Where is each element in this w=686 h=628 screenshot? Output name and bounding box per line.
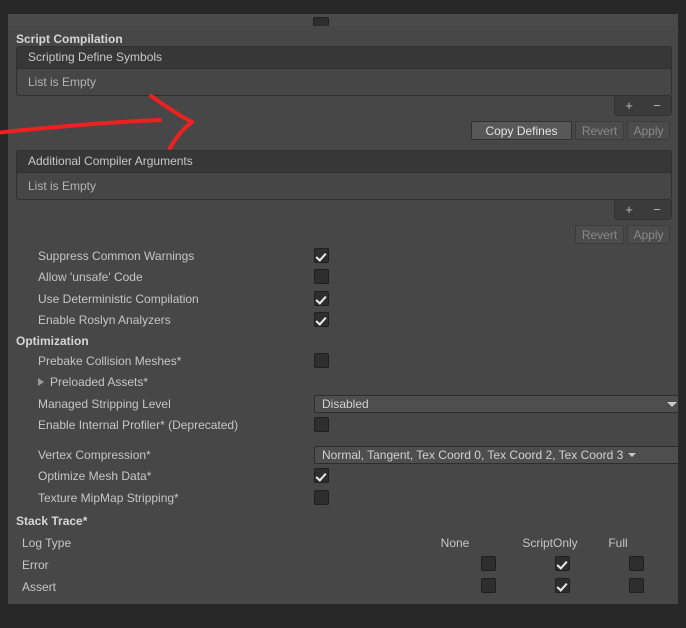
stack-trace-column-scriptonly: ScriptOnly [522,536,578,550]
label-use-deterministic-compilation: Use Deterministic Compilation [38,292,199,306]
add-define-button[interactable]: + [615,96,643,115]
dropdown-vertex-compression-value: Normal, Tangent, Tex Coord 0, Tex Coord … [322,448,624,462]
list-header-additional-compiler-arguments: Additional Compiler Arguments [17,151,671,173]
dropdown-managed-stripping-level-value: Disabled [322,397,369,411]
chevron-down-icon [628,453,637,457]
checkbox-error-none[interactable] [481,556,496,571]
list-empty-scripting-define-symbols: List is Empty [17,69,671,95]
section-header-script-compilation: Script Compilation [16,32,123,46]
checkbox-assert-full[interactable] [629,578,644,593]
list-additional-compiler-arguments: Additional Compiler Arguments List is Em… [16,150,672,200]
label-vertex-compression: Vertex Compression* [38,448,151,462]
stack-trace-row-assert-label: Assert [22,580,57,594]
dropdown-managed-stripping-level[interactable]: Disabled [314,395,678,413]
chevron-down-icon [667,402,677,407]
checkbox-prebake-collision-meshes[interactable] [314,353,329,368]
checkbox-assert-none[interactable] [481,578,496,593]
checkbox-suppress-common-warnings[interactable] [314,248,329,263]
checkbox-texture-mipmap-stripping[interactable] [314,490,329,505]
list-footer-scripting-define-symbols: + − [614,96,672,116]
remove-define-button[interactable]: − [643,96,671,115]
checkbox-allow-unsafe-code[interactable] [314,269,329,284]
chevron-right-icon [38,378,44,386]
checkbox-enable-roslyn-analyzers[interactable] [314,312,329,327]
list-footer-additional-compiler-arguments: + − [614,200,672,220]
label-prebake-collision-meshes: Prebake Collision Meshes* [38,354,182,368]
section-header-optimization: Optimization [16,334,89,348]
label-texture-mipmap-stripping: Texture MipMap Stripping* [38,491,179,505]
checkbox-assert-scriptonly[interactable] [555,578,570,593]
foldout-preloaded-assets[interactable]: Preloaded Assets* [38,375,148,389]
clipped-top-row-checkbox[interactable] [313,17,329,26]
checkbox-use-deterministic-compilation[interactable] [314,291,329,306]
checkbox-enable-internal-profiler[interactable] [314,417,329,432]
label-enable-internal-profiler: Enable Internal Profiler* (Deprecated) [38,418,239,432]
checkbox-error-scriptonly[interactable] [555,556,570,571]
revert-compiler-arguments-button[interactable]: Revert [575,225,624,244]
remove-compiler-argument-button[interactable]: − [643,200,671,219]
editor-window: Script Compilation Scripting Define Symb… [0,0,686,628]
label-suppress-common-warnings: Suppress Common Warnings [38,249,195,263]
list-scripting-define-symbols: Scripting Define Symbols List is Empty [16,46,672,96]
label-log-type: Log Type [22,536,72,550]
dropdown-vertex-compression[interactable]: Normal, Tangent, Tex Coord 0, Tex Coord … [314,446,678,464]
stack-trace-row-error-label: Error [22,558,49,572]
checkbox-optimize-mesh-data[interactable] [314,468,329,483]
apply-defines-button[interactable]: Apply [627,121,670,140]
apply-compiler-arguments-button[interactable]: Apply [627,225,670,244]
player-settings-panel: Script Compilation Scripting Define Symb… [8,14,678,604]
label-allow-unsafe-code: Allow 'unsafe' Code [38,270,143,284]
add-compiler-argument-button[interactable]: + [615,200,643,219]
stack-trace-column-full: Full [608,536,628,550]
copy-defines-button[interactable]: Copy Defines [471,121,572,140]
clipped-top-row [8,14,678,26]
label-enable-roslyn-analyzers: Enable Roslyn Analyzers [38,313,171,327]
checkbox-error-full[interactable] [629,556,644,571]
label-preloaded-assets: Preloaded Assets* [50,375,149,389]
revert-defines-button[interactable]: Revert [575,121,624,140]
list-header-scripting-define-symbols: Scripting Define Symbols [17,47,671,69]
label-managed-stripping-level: Managed Stripping Level [38,397,171,411]
label-optimize-mesh-data: Optimize Mesh Data* [38,469,152,483]
stack-trace-column-none: None [440,536,470,550]
section-header-stack-trace: Stack Trace* [16,514,88,528]
list-empty-additional-compiler-arguments: List is Empty [17,173,671,199]
